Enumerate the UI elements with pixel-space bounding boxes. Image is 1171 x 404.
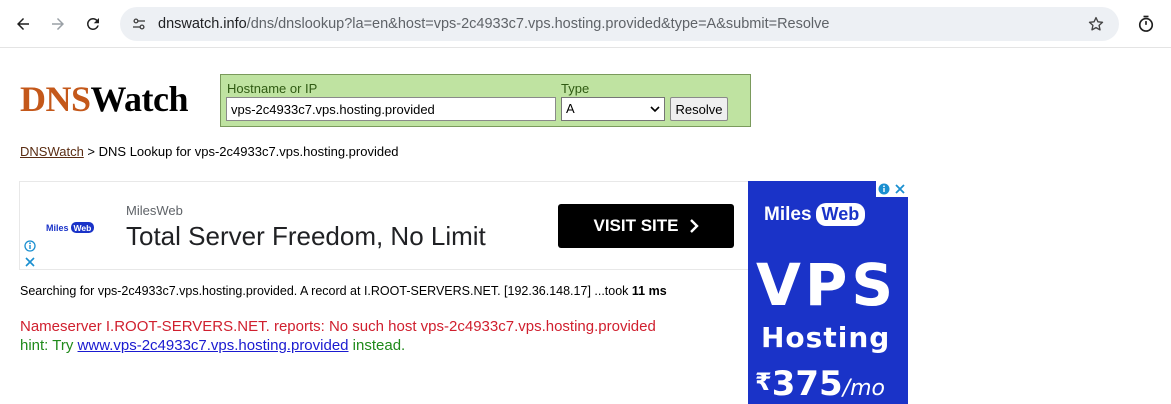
url-host: dnswatch.info <box>158 16 247 32</box>
chevron-down-icon <box>650 106 660 113</box>
svg-text:Miles: Miles <box>46 223 69 233</box>
hostname-input[interactable] <box>226 97 556 121</box>
logo-watch: Watch <box>90 79 189 119</box>
browser-toolbar: dnswatch.info/dns/dnslookup?la=en&host=v… <box>0 0 1171 48</box>
ad-side-product-sub: Hosting <box>761 321 891 354</box>
ad-info-icon[interactable] <box>24 240 36 252</box>
ad-side-price-value: 375 <box>771 364 843 404</box>
ad-close-icon[interactable] <box>24 256 36 268</box>
back-button[interactable] <box>8 9 38 39</box>
ad-side-price-period: /mo <box>842 376 885 401</box>
breadcrumb-home-link[interactable]: DNSWatch <box>20 144 84 159</box>
svg-text:Web: Web <box>74 223 92 233</box>
hint-prefix: hint: Try <box>20 337 78 354</box>
nameserver-error: Nameserver I.ROOT-SERVERS.NET. reports: … <box>20 318 656 335</box>
ad-brand-name: MilesWeb <box>126 203 183 218</box>
visit-site-button[interactable]: VISIT SITE <box>558 204 734 248</box>
ad-side-brand: Miles Web <box>764 203 866 226</box>
resolve-button[interactable]: Resolve <box>670 97 728 121</box>
logo-dns: DNS <box>20 79 91 119</box>
search-result-text: Searching for vps-2c4933c7.vps.hosting.p… <box>20 284 632 298</box>
site-logo[interactable]: DNSWatch <box>20 78 189 120</box>
ad-side-price: ₹375/mo <box>755 364 885 404</box>
breadcrumb: DNSWatch > DNS Lookup for vps-2c4933c7.v… <box>20 144 399 159</box>
ad-side-brand-web: Web <box>815 203 866 226</box>
site-info-icon[interactable] <box>130 15 148 33</box>
breadcrumb-separator: > <box>83 144 99 159</box>
ad-side-controls <box>876 181 908 197</box>
type-select[interactable]: A <box>561 97 665 121</box>
hint-line: hint: Try www.vps-2c4933c7.vps.hosting.p… <box>20 337 405 354</box>
milesweb-logo-icon: Miles Web <box>46 222 94 233</box>
lookup-form: Hostname or IP Type A Resolve <box>220 74 751 127</box>
bookmark-star-icon[interactable] <box>1087 15 1105 33</box>
url-text: dnswatch.info/dns/dnslookup?la=en&host=v… <box>158 16 829 32</box>
url-path: /dns/dnslookup?la=en&host=vps-2c4933c7.v… <box>246 16 830 32</box>
visit-site-label: VISIT SITE <box>593 216 679 235</box>
ad-banner-side[interactable]: Miles Web VPS Hosting ₹375/mo <box>748 181 908 404</box>
forward-arrow-icon <box>52 18 64 30</box>
breadcrumb-current: DNS Lookup for vps-2c4933c7.vps.hosting.… <box>98 144 399 159</box>
ad-side-info-icon[interactable] <box>878 183 890 195</box>
forward-button[interactable] <box>43 9 73 39</box>
ad-side-currency: ₹ <box>755 368 772 396</box>
timer-icon[interactable] <box>1136 14 1156 34</box>
hint-suggested-host-link[interactable]: www.vps-2c4933c7.vps.hosting.provided <box>78 337 349 354</box>
reload-icon <box>86 17 99 30</box>
reload-button[interactable] <box>78 9 108 39</box>
ad-side-close-icon[interactable] <box>894 183 906 195</box>
hint-suffix: instead. <box>348 337 406 354</box>
search-duration: 11 ms <box>631 284 667 298</box>
address-bar[interactable]: dnswatch.info/dns/dnslookup?la=en&host=v… <box>120 7 1119 41</box>
ad-side-brand-miles: Miles <box>764 203 812 225</box>
type-selected-value: A <box>566 101 575 116</box>
back-arrow-icon <box>17 18 29 30</box>
ad-headline: Total Server Freedom, No Limit <box>126 221 486 251</box>
ad-banner-top[interactable]: Miles Web MilesWeb Total Server Freedom,… <box>19 181 748 270</box>
hostname-label: Hostname or IP <box>227 81 318 96</box>
search-result-line: Searching for vps-2c4933c7.vps.hosting.p… <box>20 284 667 298</box>
chevron-right-icon <box>689 219 699 233</box>
ad-side-product: VPS <box>756 251 898 319</box>
type-label: Type <box>561 81 590 96</box>
